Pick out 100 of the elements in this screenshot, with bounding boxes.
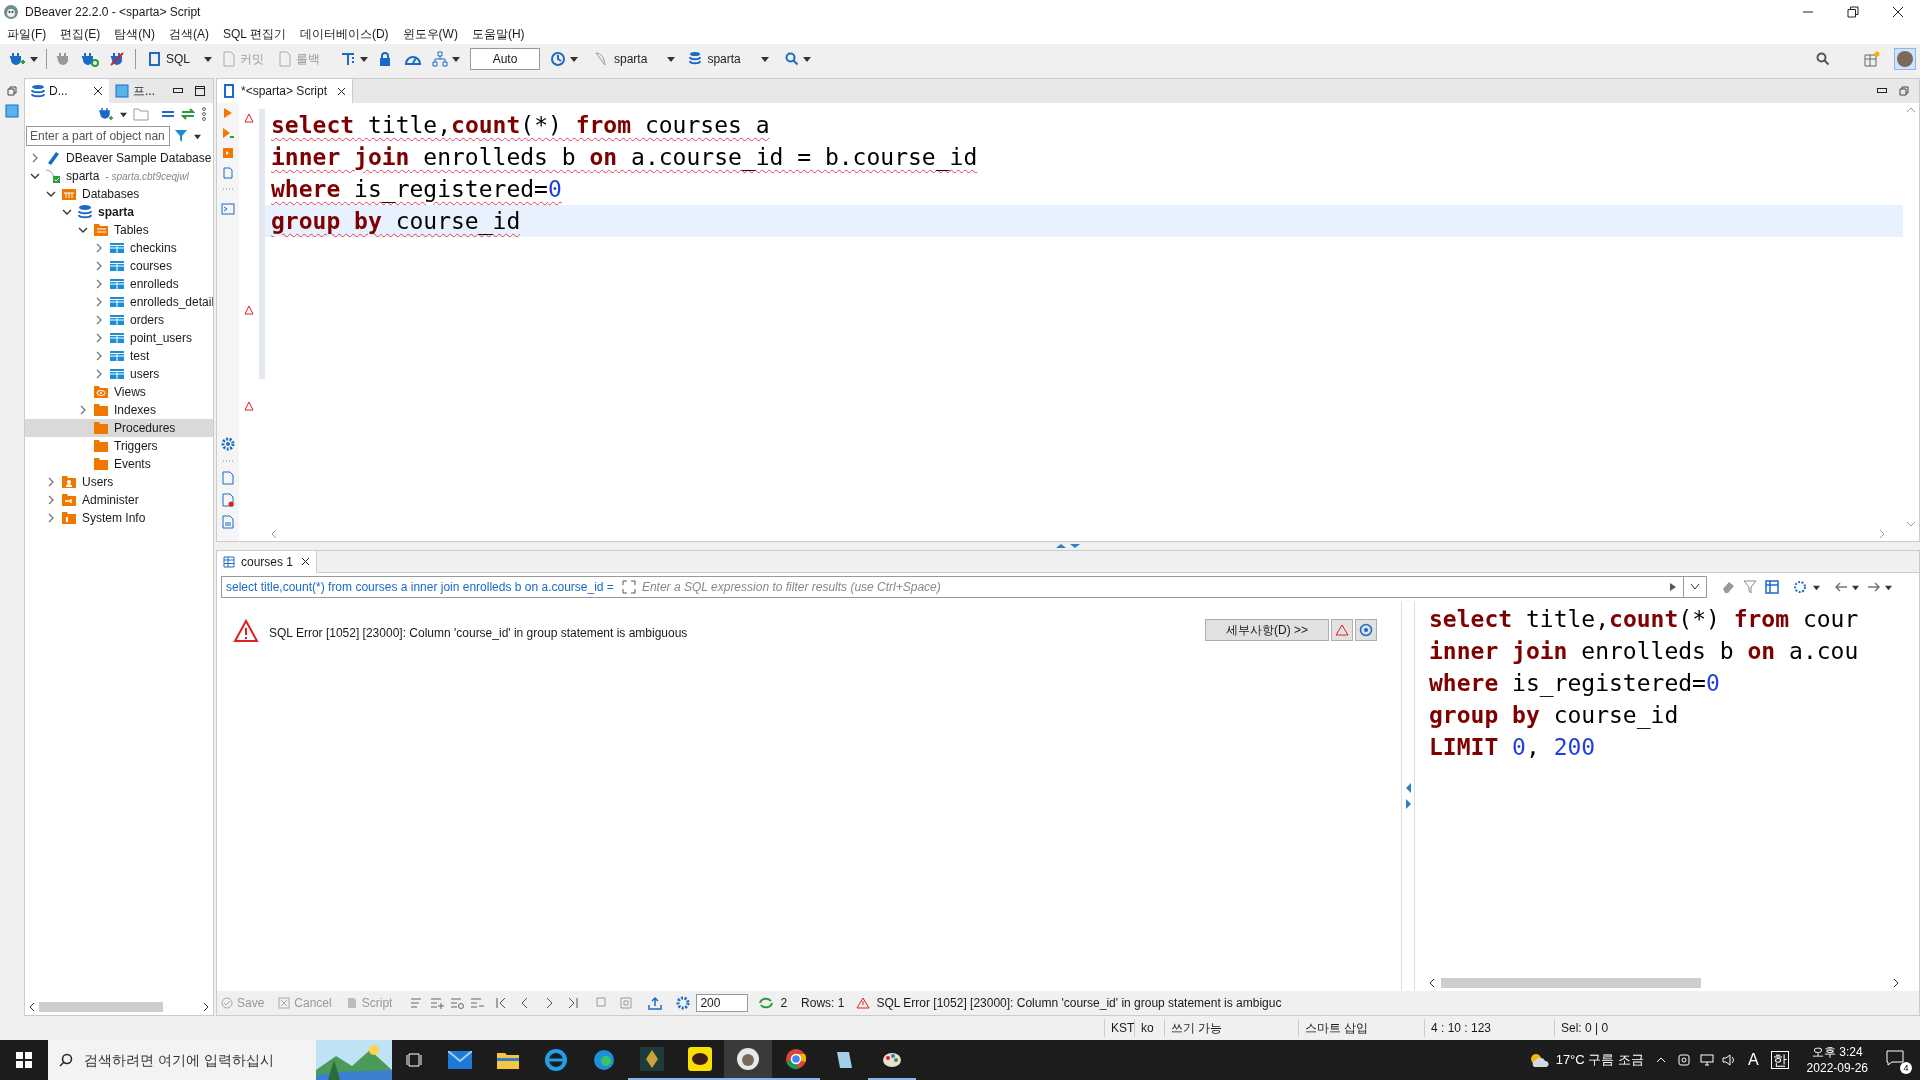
chevron-up-icon[interactable] xyxy=(1655,1057,1666,1063)
play-icon[interactable] xyxy=(222,127,234,139)
dropdown-icon[interactable] xyxy=(1690,583,1700,591)
menu-item[interactable]: 데이터베이스(D) xyxy=(299,25,389,43)
minimize-icon[interactable] xyxy=(1877,88,1887,94)
code-line[interactable]: select title,count(*) from courses a xyxy=(265,109,1903,141)
close-icon[interactable] xyxy=(93,86,103,96)
scroll-right-icon[interactable] xyxy=(203,1003,209,1011)
tree-item[interactable]: Triggers xyxy=(25,437,213,455)
details-button[interactable]: 세부사항(D) >> xyxy=(1205,619,1329,641)
first-page-icon[interactable] xyxy=(496,997,507,1009)
tree-item[interactable]: courses xyxy=(25,257,213,275)
dropdown-icon[interactable] xyxy=(570,55,578,63)
tree-item[interactable]: enrolleds_detail xyxy=(25,293,213,311)
tree-item[interactable]: test xyxy=(25,347,213,365)
minimize-icon[interactable] xyxy=(173,88,183,94)
clock-date[interactable]: 2022-09-26 xyxy=(1806,1060,1868,1076)
sql-editor-button[interactable]: SQL xyxy=(146,50,192,68)
reconnect-icon[interactable] xyxy=(81,51,99,67)
scroll-left-icon[interactable] xyxy=(1429,979,1435,987)
scroll-left-icon[interactable] xyxy=(29,1003,35,1011)
horizontal-scrollbar[interactable] xyxy=(39,1002,163,1012)
back-icon[interactable] xyxy=(1834,582,1848,592)
gear-icon[interactable] xyxy=(1793,580,1809,594)
tree-item[interactable]: Databases xyxy=(25,185,213,203)
menu-item[interactable]: SQL 편집기 xyxy=(223,25,286,43)
menu-item[interactable]: 탐색(N) xyxy=(114,25,155,43)
weather-text[interactable]: 17°C 구름 조금 xyxy=(1555,1050,1644,1070)
horizontal-scrollbar[interactable] xyxy=(1441,978,1701,988)
search-icon[interactable] xyxy=(1816,52,1830,66)
document-icon[interactable] xyxy=(223,167,233,179)
close-icon[interactable] xyxy=(337,86,347,96)
perspective-icon[interactable] xyxy=(1864,51,1880,67)
plug-icon[interactable] xyxy=(98,107,114,121)
dropdown-icon[interactable] xyxy=(30,55,38,63)
close-icon[interactable] xyxy=(301,557,311,566)
tree-item[interactable]: Indexes xyxy=(25,401,213,419)
code-line[interactable]: inner join enrolleds b on a.course_id = b.course_id xyxy=(265,141,1903,173)
taskbar-search-field[interactable]: 검색하려면 여기에 입력하십시 xyxy=(84,1040,316,1080)
dropdown-icon[interactable] xyxy=(360,55,368,63)
tree-item[interactable]: Events xyxy=(25,455,213,473)
menu-item[interactable]: 윈도우(W) xyxy=(402,25,458,43)
link-icon[interactable] xyxy=(181,108,195,120)
tree-item[interactable]: Users xyxy=(25,473,213,491)
history-icon[interactable] xyxy=(550,51,566,67)
scroll-down-icon[interactable] xyxy=(1907,521,1915,527)
network-icon[interactable] xyxy=(1699,1054,1714,1066)
tree-item[interactable]: point_users xyxy=(25,329,213,347)
results-tab[interactable]: courses 1 xyxy=(217,550,318,573)
fetch-size-field[interactable]: 200 xyxy=(696,994,749,1012)
tree-item[interactable]: Views xyxy=(25,383,213,401)
dbeaver-app-icon[interactable] xyxy=(724,1040,772,1080)
collapse-up-icon[interactable] xyxy=(1055,543,1081,549)
next-icon[interactable] xyxy=(544,997,555,1009)
menu-item[interactable]: 편집(E) xyxy=(60,25,101,43)
tree-item[interactable]: checkins xyxy=(25,239,213,257)
more-icon[interactable] xyxy=(201,107,207,121)
avatar-icon[interactable] xyxy=(1894,48,1916,70)
tree-item[interactable]: Tables xyxy=(25,221,213,239)
tree-item[interactable]: Administer xyxy=(25,491,213,509)
last-page-icon[interactable] xyxy=(568,997,579,1009)
volume-icon[interactable] xyxy=(1721,1054,1736,1066)
tree-item[interactable]: Procedures xyxy=(25,419,213,437)
restore-icon[interactable] xyxy=(1847,6,1859,18)
tree-item[interactable]: DBeaver Sample Database xyxy=(25,149,213,167)
copy-row-icon[interactable] xyxy=(450,997,465,1009)
filter-field[interactable]: select title,count(*) from courses a inner join enrolleds b on a.course_id = Enter a SQL expression to filter results (use Ctrl+Space) xyxy=(221,576,1707,598)
play-icon[interactable] xyxy=(1669,582,1677,592)
clock-time[interactable]: 오후 3:24 xyxy=(1811,1044,1863,1060)
lock-icon[interactable] xyxy=(378,51,392,67)
table-icon[interactable] xyxy=(1765,580,1779,594)
collapse-left-icon[interactable] xyxy=(1405,783,1411,793)
help-button[interactable] xyxy=(1355,619,1377,641)
document-icon[interactable] xyxy=(222,493,234,507)
scroll-up-icon[interactable] xyxy=(1907,107,1915,113)
plug-icon[interactable] xyxy=(8,50,26,68)
maximize-icon[interactable] xyxy=(195,86,205,96)
menu-item[interactable]: 검색(A) xyxy=(169,25,209,43)
menu-item[interactable]: 도움말(H) xyxy=(471,25,525,43)
task-view-icon[interactable] xyxy=(406,1052,422,1068)
language-indicator[interactable]: 한 xyxy=(1770,1051,1789,1069)
code-line[interactable]: where is_registered=0 xyxy=(265,173,1903,205)
dropdown-icon[interactable] xyxy=(1813,583,1820,591)
dropdown-icon[interactable] xyxy=(452,55,460,63)
terminal-icon[interactable] xyxy=(221,203,235,215)
transaction-mode-field[interactable]: Auto xyxy=(470,48,540,70)
tree-item[interactable]: sparta xyxy=(25,203,213,221)
query-text[interactable]: select title,count(*) from courses a inner join enrolleds b on a.course_id = xyxy=(222,578,618,596)
search-field[interactable]: Enter a part of object nan xyxy=(26,126,170,146)
plug-icon[interactable] xyxy=(55,51,71,67)
close-icon[interactable] xyxy=(1892,6,1904,18)
tree-item[interactable]: System Info xyxy=(25,509,213,527)
dropdown-icon[interactable] xyxy=(760,55,769,63)
dropdown-icon[interactable] xyxy=(194,132,201,140)
disconnect-icon[interactable] xyxy=(109,51,125,67)
warning-button[interactable] xyxy=(1331,619,1353,641)
dropdown-icon[interactable] xyxy=(1852,583,1859,591)
menu-item[interactable]: 파일(F) xyxy=(7,25,47,43)
eraser-icon[interactable] xyxy=(1721,580,1735,594)
search-icon[interactable] xyxy=(784,52,799,66)
